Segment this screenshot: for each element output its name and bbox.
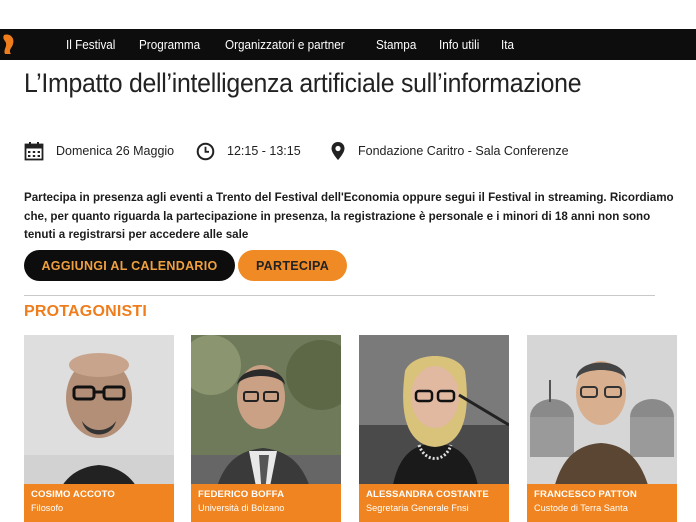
speaker-card[interactable]: COSIMO ACCOTO Filosofo	[24, 335, 174, 522]
event-meta: Domenica 26 Maggio 12:15 - 13:15 Fondazi…	[24, 139, 674, 163]
festival-logo[interactable]	[0, 29, 18, 60]
speaker-label: FRANCESCO PATTON Custode di Terra Santa	[527, 484, 677, 522]
location-pin-icon	[331, 142, 345, 160]
nav-item-programma[interactable]: Programma	[139, 37, 200, 52]
event-date-text: Domenica 26 Maggio	[56, 144, 175, 158]
protagonists-heading: PROTAGONISTI	[24, 303, 147, 320]
nav-item-info-utili[interactable]: Info utili	[439, 37, 479, 52]
speaker-role: Custode di Terra Santa	[534, 503, 628, 513]
add-to-calendar-button[interactable]: AGGIUNGI AL CALENDARIO	[24, 250, 235, 281]
nav-item-il-festival[interactable]: Il Festival	[66, 37, 115, 52]
event-location: Fondazione Caritro - Sala Conferenze	[330, 139, 569, 163]
page-title: L’Impatto dell’intelligenza artificiale …	[24, 68, 582, 98]
speaker-label: ALESSANDRA COSTANTE Segretaria Generale …	[359, 484, 509, 522]
speaker-role: Segretaria Generale Fnsi	[366, 503, 469, 513]
speaker-name: ALESSANDRA COSTANTE	[366, 489, 489, 500]
speaker-label: COSIMO ACCOTO Filosofo	[24, 484, 174, 522]
speaker-card[interactable]: FRANCESCO PATTON Custode di Terra Santa	[527, 335, 677, 522]
speaker-card[interactable]: ALESSANDRA COSTANTE Segretaria Generale …	[359, 335, 509, 522]
speaker-name: FRANCESCO PATTON	[534, 489, 637, 500]
section-divider	[24, 295, 655, 296]
calendar-icon	[24, 142, 44, 161]
event-time: 12:15 - 13:15	[196, 139, 301, 163]
speaker-name: FEDERICO BOFFA	[198, 489, 285, 500]
event-time-text: 12:15 - 13:15	[227, 144, 301, 158]
participate-button[interactable]: PARTECIPA	[238, 250, 347, 281]
language-switch-ita[interactable]: Ita	[501, 37, 514, 52]
registration-info-text: Partecipa in presenza agli eventi a Tren…	[24, 191, 674, 241]
nav-item-stampa[interactable]: Stampa	[376, 37, 416, 52]
speaker-label: FEDERICO BOFFA Università di Bolzano	[191, 484, 341, 522]
clock-icon	[196, 142, 215, 160]
speaker-card[interactable]: FEDERICO BOFFA Università di Bolzano	[191, 335, 341, 522]
speaker-role: Filosofo	[31, 503, 64, 513]
main-nav: Il Festival Programma Organizzatori e pa…	[66, 29, 534, 60]
speaker-name: COSIMO ACCOTO	[31, 489, 115, 500]
nav-item-organizzatori[interactable]: Organizzatori e partner	[225, 37, 345, 52]
speaker-role: Università di Bolzano	[198, 503, 285, 513]
event-date: Domenica 26 Maggio	[24, 139, 174, 163]
event-location-text: Fondazione Caritro - Sala Conferenze	[358, 144, 569, 158]
top-navigation-bar: Il Festival Programma Organizzatori e pa…	[0, 29, 696, 60]
